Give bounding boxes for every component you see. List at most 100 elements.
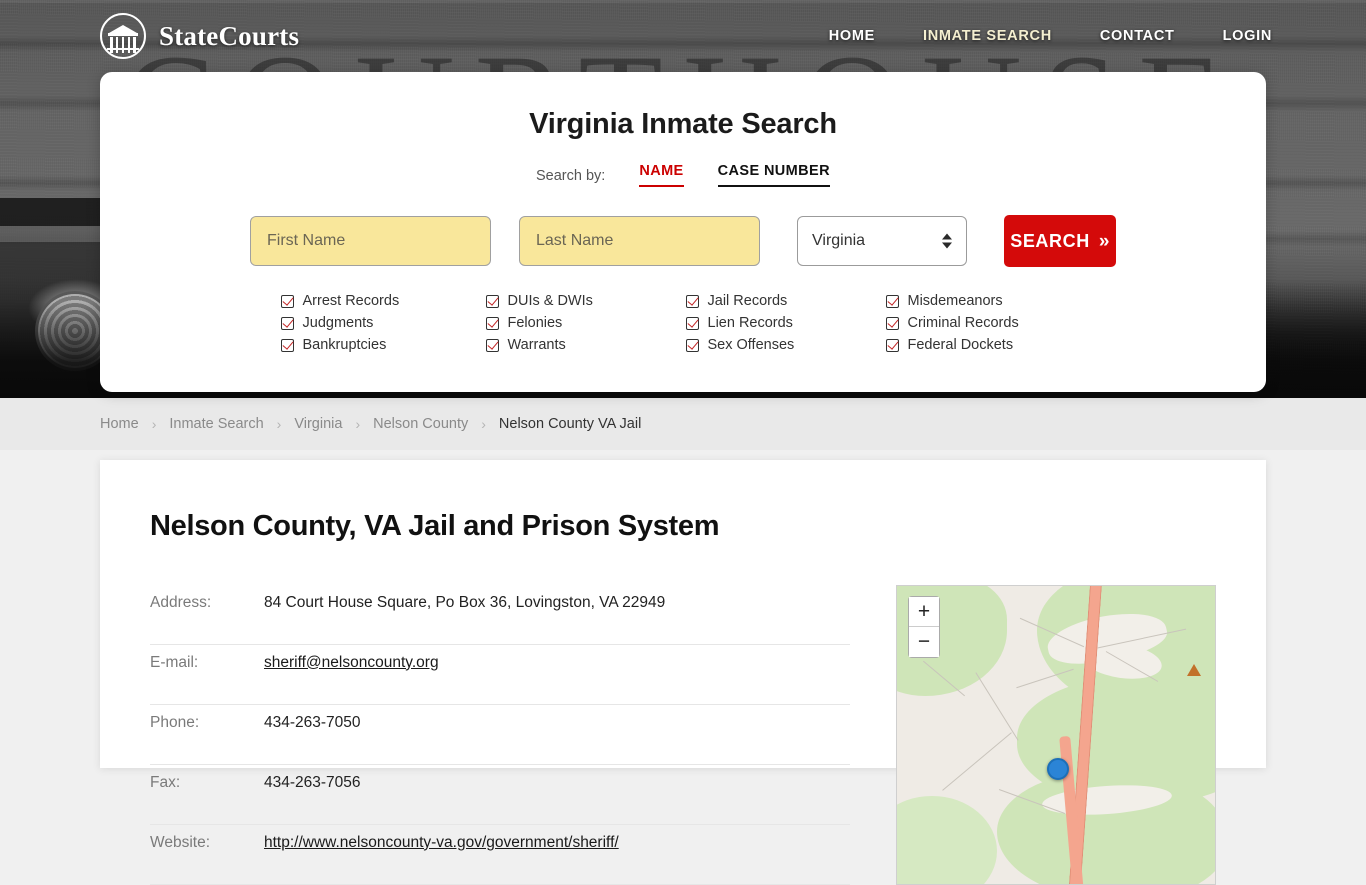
tab-case-number[interactable]: CASE NUMBER xyxy=(717,163,830,187)
location-map[interactable]: + − xyxy=(896,585,1216,885)
row-key: Address: xyxy=(150,594,212,611)
nav-item-contact[interactable]: CONTACT xyxy=(1100,28,1175,44)
email-link[interactable]: sheriff@nelsoncounty.org xyxy=(264,654,439,671)
state-select-value: Virginia xyxy=(812,232,866,249)
search-by-tabs: Search by: NAME CASE NUMBER xyxy=(100,163,1266,187)
check-label: Warrants xyxy=(507,337,566,353)
breadcrumb-item-inmate-search[interactable]: Inmate Search xyxy=(169,416,263,432)
row-value-fax: 434-263-7056 xyxy=(264,773,361,791)
brand-name: StateCourts xyxy=(159,20,300,51)
check-item-criminal-records[interactable]: Criminal Records xyxy=(885,315,1086,331)
base-shape xyxy=(107,47,139,50)
checkbox-checked-icon xyxy=(685,294,699,308)
map-zoom-out-button[interactable]: − xyxy=(909,627,939,657)
facility-detail-card: Nelson County, VA Jail and Prison System… xyxy=(100,460,1266,885)
nav-item-home[interactable]: HOME xyxy=(829,28,875,44)
row-key: Fax: xyxy=(150,773,181,791)
check-label: DUIs & DWIs xyxy=(507,293,593,309)
checkbox-checked-icon xyxy=(280,316,294,330)
check-label: Jail Records xyxy=(707,293,788,309)
row-value-website: http://www.nelsoncounty-va.gov/governmen… xyxy=(264,824,850,884)
page-title: Nelson County, VA Jail and Prison System xyxy=(150,510,720,542)
check-label: Judgments xyxy=(302,315,374,331)
check-label: Lien Records xyxy=(707,315,793,331)
search-by-label: Search by: xyxy=(536,168,606,184)
search-button[interactable]: SEARCH » xyxy=(1004,215,1116,267)
map-zoom-control: + − xyxy=(908,596,940,658)
checkbox-checked-icon xyxy=(885,316,899,330)
checkbox-checked-icon xyxy=(485,316,499,330)
table-row: E-mail: sheriff@nelsoncounty.org xyxy=(150,644,850,705)
courthouse-circle-icon xyxy=(100,13,146,59)
brand-logo-link[interactable]: StateCourts xyxy=(100,13,299,59)
check-item-federal-dockets[interactable]: Federal Dockets xyxy=(885,337,1086,353)
breadcrumb: Home › Inmate Search › Virginia › Nelson… xyxy=(100,416,641,432)
breadcrumb-bar: Home › Inmate Search › Virginia › Nelson… xyxy=(0,398,1366,450)
table-row: Address: 84 Court House Square, Po Box 3… xyxy=(150,585,850,645)
checkbox-checked-icon xyxy=(685,338,699,352)
chevron-right-icon: › xyxy=(276,416,282,432)
map-zoom-in-button[interactable]: + xyxy=(909,597,939,627)
nav-item-inmate-search[interactable]: INMATE SEARCH xyxy=(923,28,1052,44)
breadcrumb-item-current: Nelson County VA Jail xyxy=(498,416,642,432)
search-panel-title: Virginia Inmate Search xyxy=(529,108,837,140)
breadcrumb-item-nelson-county[interactable]: Nelson County xyxy=(373,416,468,432)
check-label: Federal Dockets xyxy=(907,337,1014,353)
row-value-email: sheriff@nelsoncounty.org xyxy=(264,644,850,704)
breadcrumb-item-home[interactable]: Home xyxy=(100,416,139,432)
row-key: E-mail: xyxy=(150,653,199,671)
check-label: Felonies xyxy=(507,315,563,331)
check-label: Misdemeanors xyxy=(907,293,1003,309)
map-minor-road xyxy=(942,732,1012,791)
check-item-misdemeanors[interactable]: Misdemeanors xyxy=(885,293,1086,309)
chevron-updown-icon xyxy=(942,233,953,249)
main-nav: HOME INMATE SEARCH CONTACT LOGIN xyxy=(829,28,1272,44)
nav-item-login[interactable]: LOGIN xyxy=(1223,28,1272,44)
check-item-jail-records[interactable]: Jail Records xyxy=(685,293,886,309)
row-key: Phone: xyxy=(150,713,200,731)
tab-name[interactable]: NAME xyxy=(639,163,684,187)
row-value-phone: 434-263-7050 xyxy=(264,713,361,731)
check-item-lien-records[interactable]: Lien Records xyxy=(685,315,886,331)
check-item-warrants[interactable]: Warrants xyxy=(485,337,686,353)
check-label: Bankruptcies xyxy=(302,337,387,353)
table-row: Website: http://www.nelsoncounty-va.gov/… xyxy=(150,824,850,885)
roof-shape xyxy=(109,25,137,33)
location-pin-icon[interactable] xyxy=(1047,758,1069,780)
mountain-peak-icon xyxy=(1187,664,1201,676)
checkbox-checked-icon xyxy=(280,294,294,308)
chevron-right-icon: › xyxy=(481,416,486,432)
double-chevron-right-icon: » xyxy=(1098,230,1110,252)
check-item-judgments[interactable]: Judgments xyxy=(280,315,486,331)
checkbox-checked-icon xyxy=(885,338,899,352)
table-row: Fax: 434-263-7056 xyxy=(150,764,850,825)
search-button-label: SEARCH xyxy=(1010,230,1090,251)
table-row: Phone: 434-263-7050 xyxy=(150,704,850,765)
last-name-input[interactable] xyxy=(519,216,760,266)
check-label: Sex Offenses xyxy=(707,337,795,353)
website-link[interactable]: http://www.nelsoncounty-va.gov/governmen… xyxy=(264,834,619,851)
map-forest-area xyxy=(897,796,997,884)
checkbox-checked-icon xyxy=(485,338,499,352)
inmate-search-panel: Virginia Inmate Search Search by: NAME C… xyxy=(100,72,1266,392)
check-item-felonies[interactable]: Felonies xyxy=(485,315,686,331)
checkbox-checked-icon xyxy=(485,294,499,308)
architrave-shape xyxy=(108,33,138,36)
state-select[interactable]: Virginia xyxy=(797,216,968,266)
checkbox-checked-icon xyxy=(280,338,294,352)
first-name-input[interactable] xyxy=(250,216,491,266)
chevron-right-icon: › xyxy=(355,416,361,432)
checkbox-checked-icon xyxy=(685,316,699,330)
check-item-bankruptcies[interactable]: Bankruptcies xyxy=(280,337,486,353)
row-key: Website: xyxy=(150,833,211,851)
check-label: Arrest Records xyxy=(302,293,400,309)
check-item-arrest-records[interactable]: Arrest Records xyxy=(280,293,486,309)
check-label: Criminal Records xyxy=(907,315,1019,331)
row-value-address: 84 Court House Square, Po Box 36, Loving… xyxy=(264,594,666,611)
check-item-sex-offenses[interactable]: Sex Offenses xyxy=(685,337,886,353)
search-form: Virginia SEARCH » xyxy=(100,215,1266,267)
check-item-duis-dwis[interactable]: DUIs & DWIs xyxy=(485,293,686,309)
breadcrumb-item-virginia[interactable]: Virginia xyxy=(294,416,342,432)
columns-shape xyxy=(110,37,136,53)
map-minor-road xyxy=(975,672,1019,741)
